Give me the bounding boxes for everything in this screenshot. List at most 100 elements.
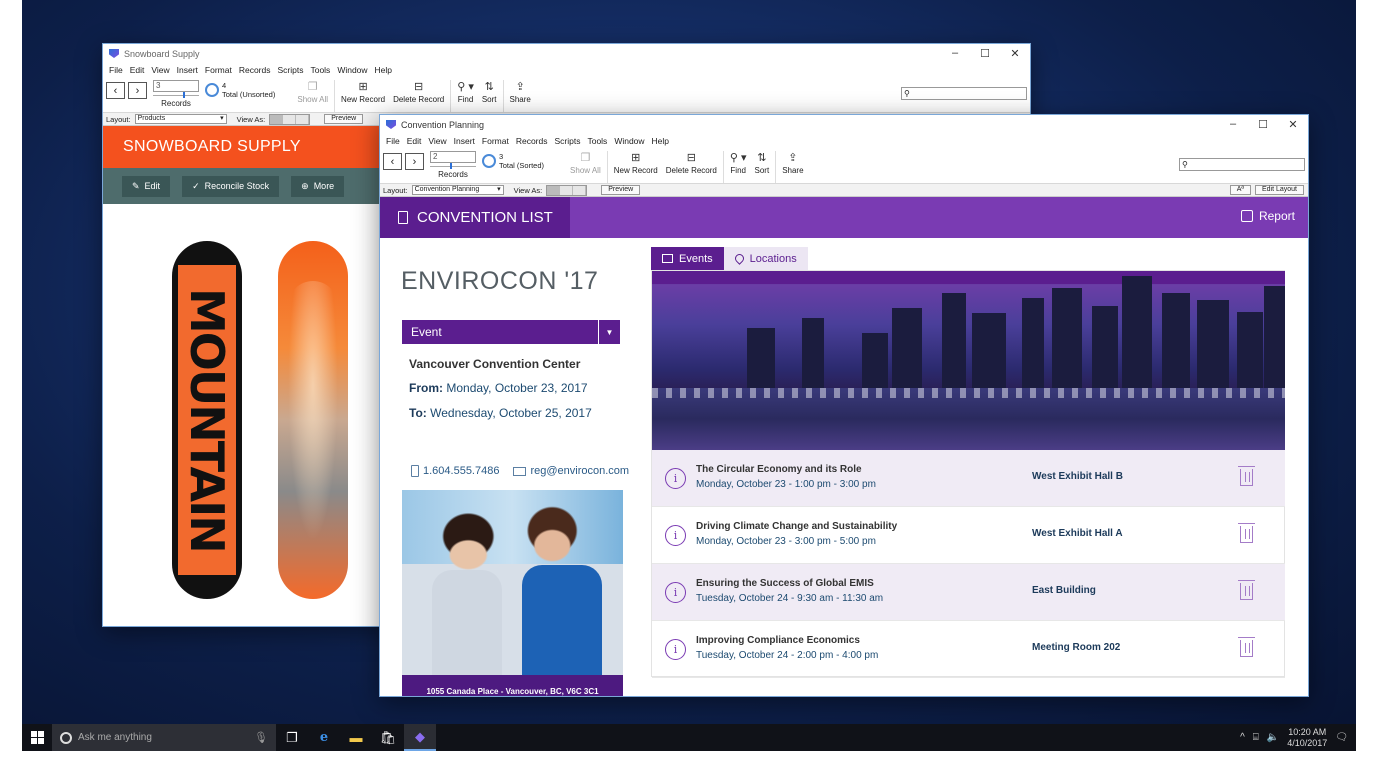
store-icon[interactable]: 🛍 <box>372 724 404 751</box>
quick-find-input[interactable]: ⚲ <box>1179 158 1305 171</box>
edit-button[interactable]: ✎ Edit <box>122 175 171 197</box>
report-button[interactable]: Report <box>1240 209 1295 223</box>
tab-events[interactable]: Events <box>651 247 724 270</box>
title-bar[interactable]: Snowboard Supply – ☐ ✕ <box>103 44 1030 63</box>
chevron-up-icon[interactable]: ^ <box>1240 732 1245 743</box>
list-view-icon[interactable] <box>283 114 297 124</box>
list-view-icon[interactable] <box>560 185 574 195</box>
caret-down-icon[interactable]: ▼ <box>598 320 620 344</box>
volume-icon[interactable]: 🔈 <box>1267 732 1279 743</box>
convention-list-tab[interactable]: CONVENTION LIST <box>380 197 570 238</box>
menu-insert[interactable]: Insert <box>177 65 198 75</box>
sort-button[interactable]: ⇅ Sort <box>482 80 497 104</box>
close-icon[interactable]: ✕ <box>1278 118 1308 131</box>
record-number-input[interactable]: 2 <box>430 151 476 163</box>
delete-record-button[interactable]: ⊟ Delete Record <box>666 151 717 175</box>
info-icon[interactable]: i <box>665 639 686 660</box>
menu-tools[interactable]: Tools <box>587 136 607 146</box>
formatting-bar-button[interactable]: Aª <box>1229 185 1251 195</box>
maximize-icon[interactable]: ☐ <box>970 47 1000 60</box>
menu-tools[interactable]: Tools <box>310 65 330 75</box>
maximize-icon[interactable]: ☐ <box>1248 118 1278 131</box>
start-button[interactable] <box>22 724 52 751</box>
record-slider[interactable] <box>153 92 199 98</box>
info-icon[interactable]: i <box>665 525 686 546</box>
edge-browser-icon[interactable]: e <box>308 724 340 751</box>
table-view-icon[interactable] <box>296 114 310 124</box>
event-row[interactable]: i Driving Climate Change and Sustainabil… <box>652 507 1285 564</box>
edit-layout-button[interactable]: Edit Layout <box>1254 185 1304 195</box>
table-view-icon[interactable] <box>573 185 587 195</box>
phone-number[interactable]: 1.604.555.7486 <box>423 465 499 477</box>
menu-format[interactable]: Format <box>482 136 509 146</box>
minimize-icon[interactable]: – <box>940 47 970 60</box>
menu-scripts[interactable]: Scripts <box>554 136 580 146</box>
clock[interactable]: 10:20 AM 4/10/2017 <box>1287 727 1327 749</box>
info-icon[interactable]: i <box>665 582 686 603</box>
menu-help[interactable]: Help <box>375 65 392 75</box>
trash-icon[interactable] <box>1238 637 1255 657</box>
record-slider[interactable] <box>430 163 476 169</box>
email-address[interactable]: reg@envirocon.com <box>530 465 629 477</box>
taskbar-search[interactable]: Ask me anything 🎙 <box>52 724 276 751</box>
convention-planning-window[interactable]: Convention Planning – ☐ ✕ File Edit View… <box>379 114 1309 697</box>
prev-record-button[interactable]: ‹ <box>106 82 125 99</box>
menu-window[interactable]: Window <box>337 65 367 75</box>
minimize-icon[interactable]: – <box>1218 118 1248 131</box>
menu-records[interactable]: Records <box>239 65 271 75</box>
sort-button[interactable]: ⇅ Sort <box>755 151 770 175</box>
layout-select[interactable]: Products <box>134 114 227 124</box>
next-record-button[interactable]: › <box>128 82 147 99</box>
menu-file[interactable]: File <box>109 65 123 75</box>
delete-record-button[interactable]: ⊟ Delete Record <box>393 80 444 104</box>
event-row[interactable]: i The Circular Economy and its Role Mond… <box>652 450 1285 507</box>
show-all-button[interactable]: ❐ Show All <box>297 80 328 104</box>
new-record-button[interactable]: ⊞ New Record <box>614 151 658 175</box>
layout-select[interactable]: Convention Planning <box>411 185 504 195</box>
title-bar[interactable]: Convention Planning – ☐ ✕ <box>380 115 1308 134</box>
network-icon[interactable]: ⌸ <box>1253 732 1259 743</box>
event-row[interactable]: i Ensuring the Success of Global EMIS Tu… <box>652 564 1285 621</box>
find-button[interactable]: ⚲ ▾ Find <box>457 80 474 104</box>
new-record-button[interactable]: ⊞ New Record <box>341 80 385 104</box>
share-button[interactable]: ⇪ Share <box>782 151 803 175</box>
menu-view[interactable]: View <box>428 136 446 146</box>
preview-button[interactable]: Preview <box>601 185 641 195</box>
menu-records[interactable]: Records <box>516 136 548 146</box>
quick-find-input[interactable]: ⚲ <box>901 87 1027 100</box>
notifications-icon[interactable]: 🗨 <box>1335 732 1348 743</box>
file-explorer-icon[interactable]: ▬ <box>340 724 372 751</box>
task-view-icon[interactable]: ❐ <box>276 724 308 751</box>
menu-format[interactable]: Format <box>205 65 232 75</box>
next-record-button[interactable]: › <box>405 153 424 170</box>
form-view-icon[interactable] <box>547 185 561 195</box>
trash-icon[interactable] <box>1238 580 1255 600</box>
close-icon[interactable]: ✕ <box>1000 47 1030 60</box>
view-as-toggle[interactable] <box>546 184 588 196</box>
trash-icon[interactable] <box>1238 523 1255 543</box>
info-icon[interactable]: i <box>665 468 686 489</box>
view-as-toggle[interactable] <box>269 113 311 125</box>
menu-view[interactable]: View <box>151 65 169 75</box>
preview-button[interactable]: Preview <box>324 114 364 124</box>
menu-edit[interactable]: Edit <box>407 136 422 146</box>
event-dropdown[interactable]: Event ▼ <box>402 320 620 344</box>
menu-scripts[interactable]: Scripts <box>277 65 303 75</box>
form-view-icon[interactable] <box>270 114 284 124</box>
microphone-icon[interactable]: 🎙 <box>254 731 268 744</box>
menu-window[interactable]: Window <box>614 136 644 146</box>
tab-locations[interactable]: Locations <box>723 247 808 270</box>
event-row[interactable]: i Improving Compliance Economics Tuesday… <box>652 621 1285 678</box>
share-button[interactable]: ⇪ Share <box>510 80 531 104</box>
menu-help[interactable]: Help <box>652 136 669 146</box>
prev-record-button[interactable]: ‹ <box>383 153 402 170</box>
reconcile-stock-button[interactable]: ✓ Reconcile Stock <box>182 175 280 197</box>
menu-insert[interactable]: Insert <box>454 136 475 146</box>
trash-icon[interactable] <box>1238 466 1255 486</box>
find-button[interactable]: ⚲ ▾ Find <box>730 151 747 175</box>
more-button[interactable]: ⊕ More <box>291 175 345 197</box>
menu-file[interactable]: File <box>386 136 400 146</box>
record-number-input[interactable]: 3 <box>153 80 199 92</box>
filemaker-taskbar-icon[interactable]: ◆ <box>404 724 436 751</box>
show-all-button[interactable]: ❐ Show All <box>570 151 601 175</box>
